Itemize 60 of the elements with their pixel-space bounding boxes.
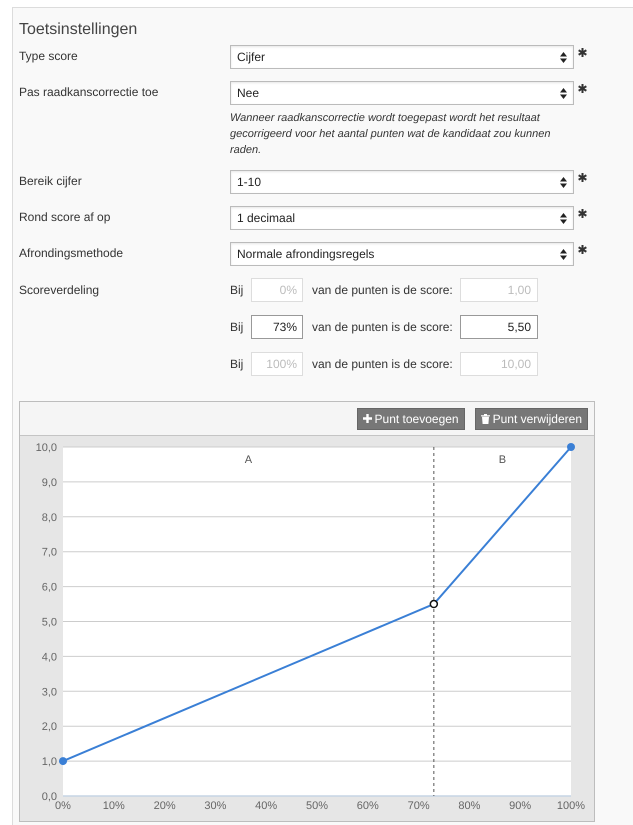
region-label: B <box>498 454 506 466</box>
toolbar-button[interactable]: Punt toevoegen <box>356 408 465 430</box>
x-tick-label: 30% <box>204 800 226 812</box>
row-caption: van de punten is de score: <box>312 282 454 299</box>
select-value: Normale afrondingsregels <box>237 246 374 263</box>
sort-icon <box>560 176 567 188</box>
y-tick-label: 1,0 <box>42 756 57 768</box>
y-tick-label: 2,0 <box>42 721 57 734</box>
x-tick-label: 40% <box>255 800 278 812</box>
select-field[interactable]: Nee <box>230 81 574 105</box>
x-tick-label: 80% <box>458 800 480 812</box>
y-tick-label: 9,0 <box>42 476 57 489</box>
y-tick-label: 6,0 <box>42 582 57 594</box>
score-input[interactable]: 5,50 <box>460 315 538 339</box>
percent-input[interactable]: 73% <box>251 315 303 339</box>
row-caption: van de punten is de score: <box>312 356 454 373</box>
x-tick-label: 10% <box>102 800 125 812</box>
select-field[interactable]: 1 decimaal <box>230 206 574 230</box>
y-tick-label: 3,0 <box>42 686 57 698</box>
help-text: Wanneer raadkanscorrectie wordt toegepast wordt het resultaat gecorrigeerd voor het aantal punten wat de kandidaat zou kunnen raden. <box>230 111 552 158</box>
row-caption: van de punten is de score: <box>312 319 454 336</box>
select-field[interactable]: 1-10 <box>230 170 574 194</box>
select-value: 1-10 <box>237 174 262 191</box>
y-tick-label: 10,0 <box>36 442 57 454</box>
field-label: Bereik cijfer <box>19 173 83 189</box>
select-value: Nee <box>237 85 260 102</box>
sort-icon <box>560 212 567 224</box>
field-label: Scoreverdeling <box>19 282 100 298</box>
x-tick-label: 50% <box>306 800 328 812</box>
row-prefix: Bij <box>230 282 244 299</box>
field-label: Pas raadkanscorrectie toe <box>19 84 160 100</box>
plus-icon <box>362 414 372 423</box>
y-tick-label: 4,0 <box>42 651 57 664</box>
x-tick-label: 70% <box>408 800 430 812</box>
x-tick-label: 60% <box>356 800 379 812</box>
field-label: Afrondingsmethode <box>19 245 124 261</box>
select-field[interactable]: Cijfer <box>230 45 574 69</box>
section-title: Toetsinstellingen <box>19 20 138 40</box>
select-value: 1 decimaal <box>237 210 296 227</box>
toolbar-button[interactable]: Punt verwijderen <box>474 408 588 430</box>
x-tick-label: 90% <box>509 800 532 812</box>
select-field[interactable]: Normale afrondingsregels <box>230 242 574 266</box>
x-tick-label: 100% <box>556 800 586 812</box>
x-tick-label: 0% <box>55 800 71 812</box>
sort-icon <box>560 248 567 260</box>
select-value: Cijfer <box>237 49 266 66</box>
row-prefix: Bij <box>230 356 244 373</box>
y-tick-label: 5,0 <box>42 616 57 628</box>
region-label: A <box>244 454 252 466</box>
row-prefix: Bij <box>230 319 244 336</box>
y-tick-label: 7,0 <box>42 546 57 559</box>
sort-icon <box>560 52 567 62</box>
x-tick-label: 20% <box>154 800 176 812</box>
y-tick-label: 8,0 <box>42 512 57 524</box>
data-point[interactable] <box>430 600 438 608</box>
sort-icon <box>560 88 567 98</box>
field-label: Type score <box>19 48 79 64</box>
field-label: Rond score af op <box>19 209 112 225</box>
y-tick-label: 0,0 <box>42 791 57 803</box>
trash-icon <box>480 414 490 424</box>
